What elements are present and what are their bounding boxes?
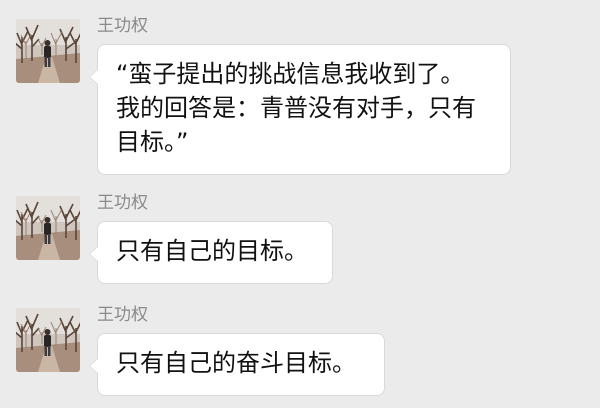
message-text-line: “蛮子提出的挑战信息我收到了。 (116, 60, 465, 88)
sender-name: 王功权 (97, 193, 148, 213)
orchard-photo-avatar-icon (16, 19, 80, 83)
message-bubble[interactable]: 只有自己的目标。 (89, 221, 333, 284)
message-text-line: 只有自己的目标。 (116, 237, 308, 265)
sender-avatar[interactable] (16, 308, 80, 372)
message-bubble[interactable]: “蛮子提出的挑战信息我收到了。 我的回答是：青普没有对手，只有 目标。” (89, 44, 511, 175)
orchard-photo-avatar-icon (16, 196, 80, 260)
orchard-photo-avatar-icon (16, 308, 80, 372)
message-text-line: 我的回答是：青普没有对手，只有 (116, 94, 476, 122)
message-bubble[interactable]: 只有自己的奋斗目标。 (89, 333, 385, 396)
sender-avatar[interactable] (16, 196, 80, 260)
message-text-line: 只有自己的奋斗目标。 (116, 349, 356, 377)
sender-name: 王功权 (97, 16, 148, 36)
chat-area: 王功权 “蛮子提出的挑战信息我收到了。 我的回答是：青普没有对手，只有 目标。”… (0, 0, 600, 408)
sender-name: 王功权 (97, 305, 148, 325)
message-text-line: 目标。” (116, 128, 189, 156)
sender-avatar[interactable] (16, 19, 80, 83)
